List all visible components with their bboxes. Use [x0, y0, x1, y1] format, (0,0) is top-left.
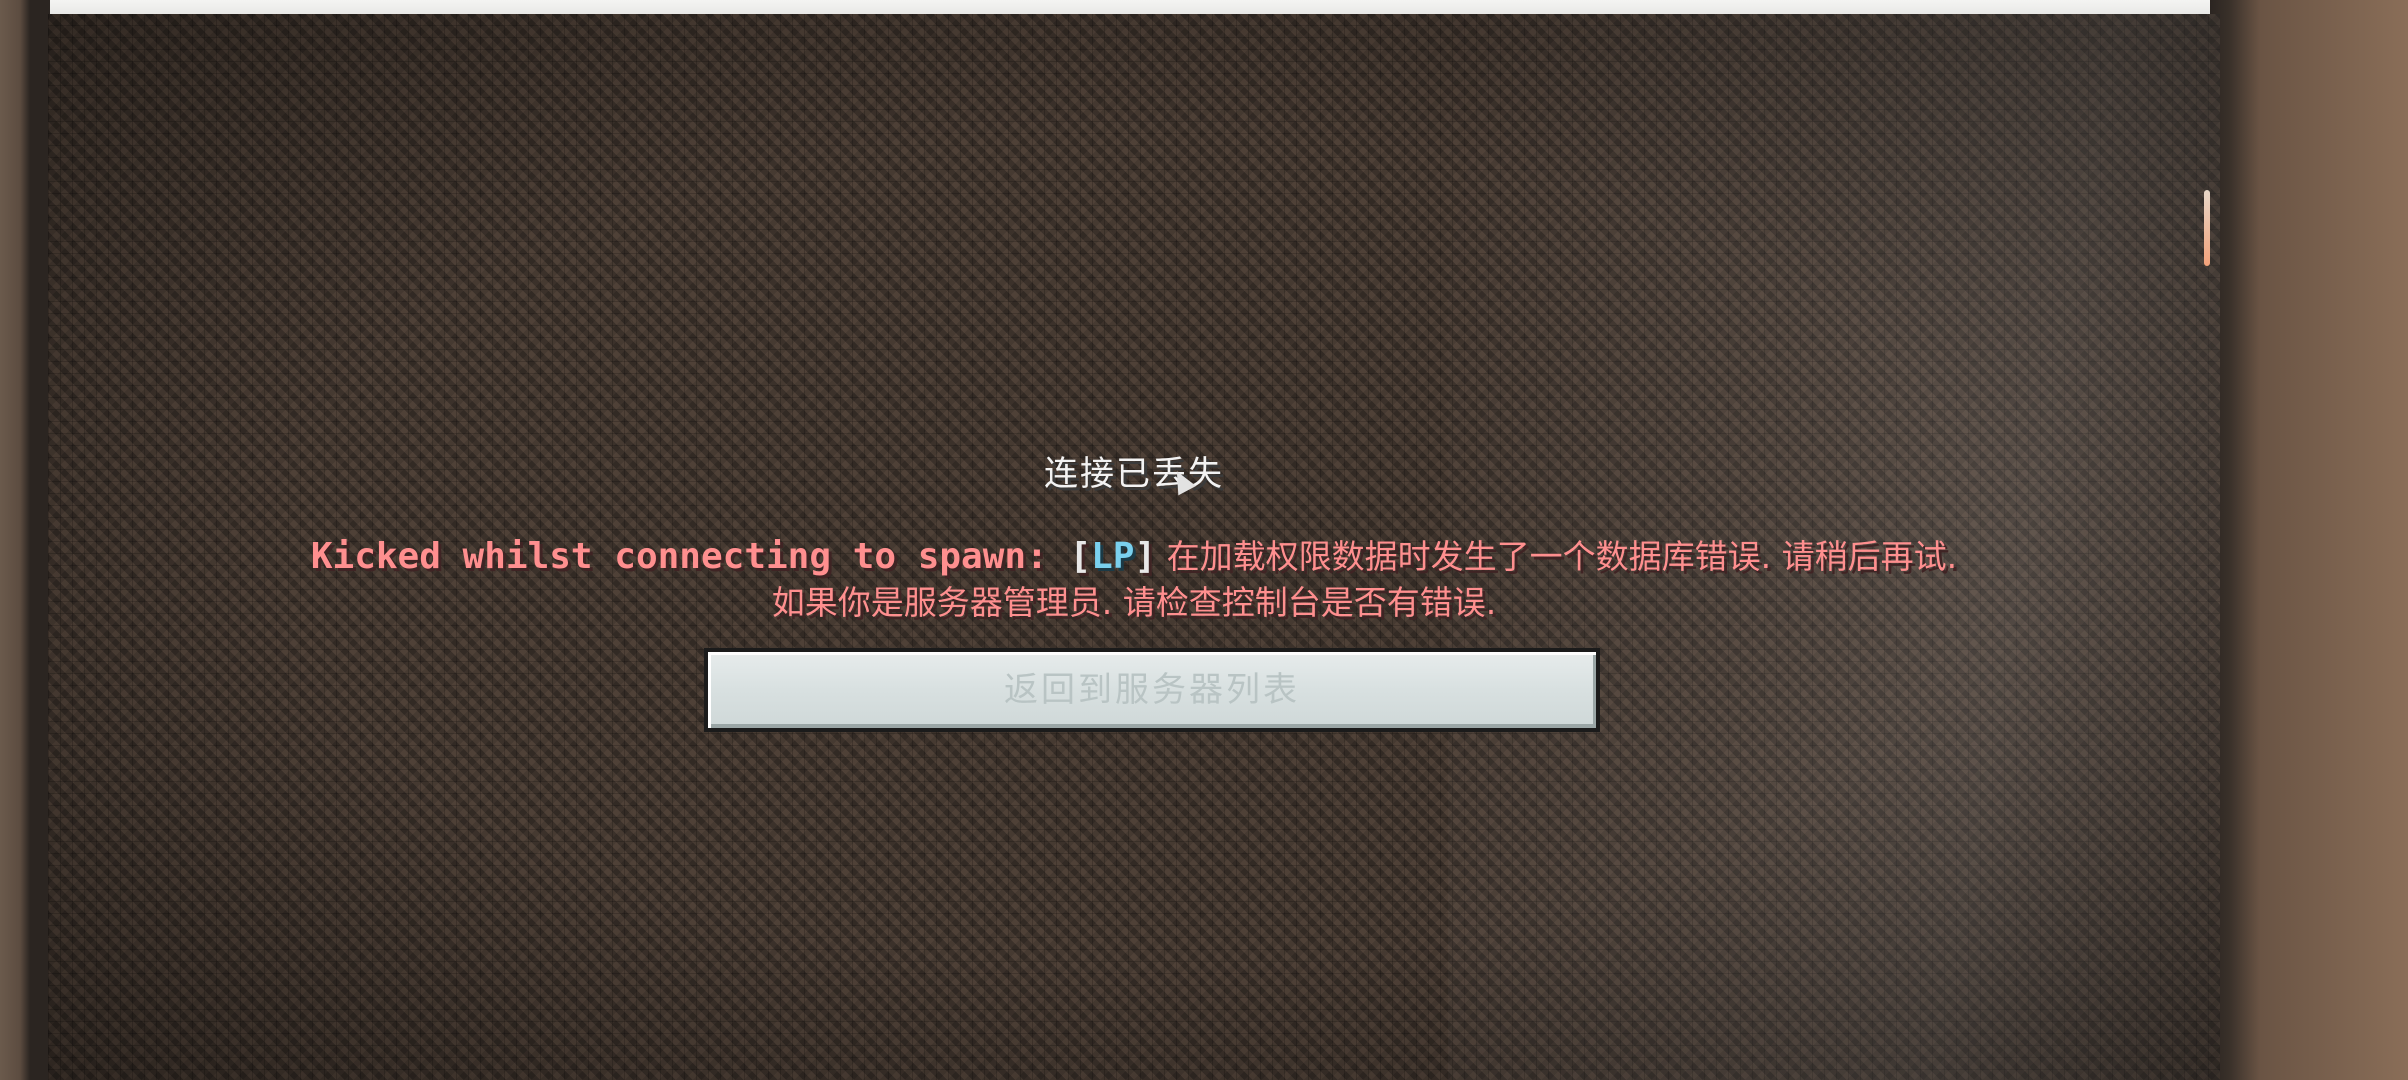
- kick-message-line-2: 如果你是服务器管理员. 请检查控制台是否有错误.: [771, 583, 1497, 622]
- kick-message-line-1: Kicked whilst connecting to spawn: [LP] …: [48, 534, 2220, 580]
- game-screen: 连接已丢失 Kicked whilst connecting to spawn:…: [48, 14, 2220, 1080]
- disconnect-title: 连接已丢失: [1044, 454, 1224, 494]
- back-to-server-list-button[interactable]: 返回到服务器列表: [704, 648, 1600, 732]
- kick-message-prefix: Kicked whilst connecting to spawn:: [310, 536, 1070, 577]
- lp-tag: LP: [1091, 536, 1135, 577]
- kick-message-line-1-cn: 在加载权限数据时发生了一个数据库错误. 请稍后再试.: [1156, 537, 1958, 576]
- side-indicator-light: [2204, 190, 2210, 266]
- kick-message: Kicked whilst connecting to spawn: [LP] …: [48, 534, 2220, 626]
- lp-bracket-close: ]: [1134, 536, 1157, 577]
- lp-bracket-open: [: [1069, 536, 1092, 577]
